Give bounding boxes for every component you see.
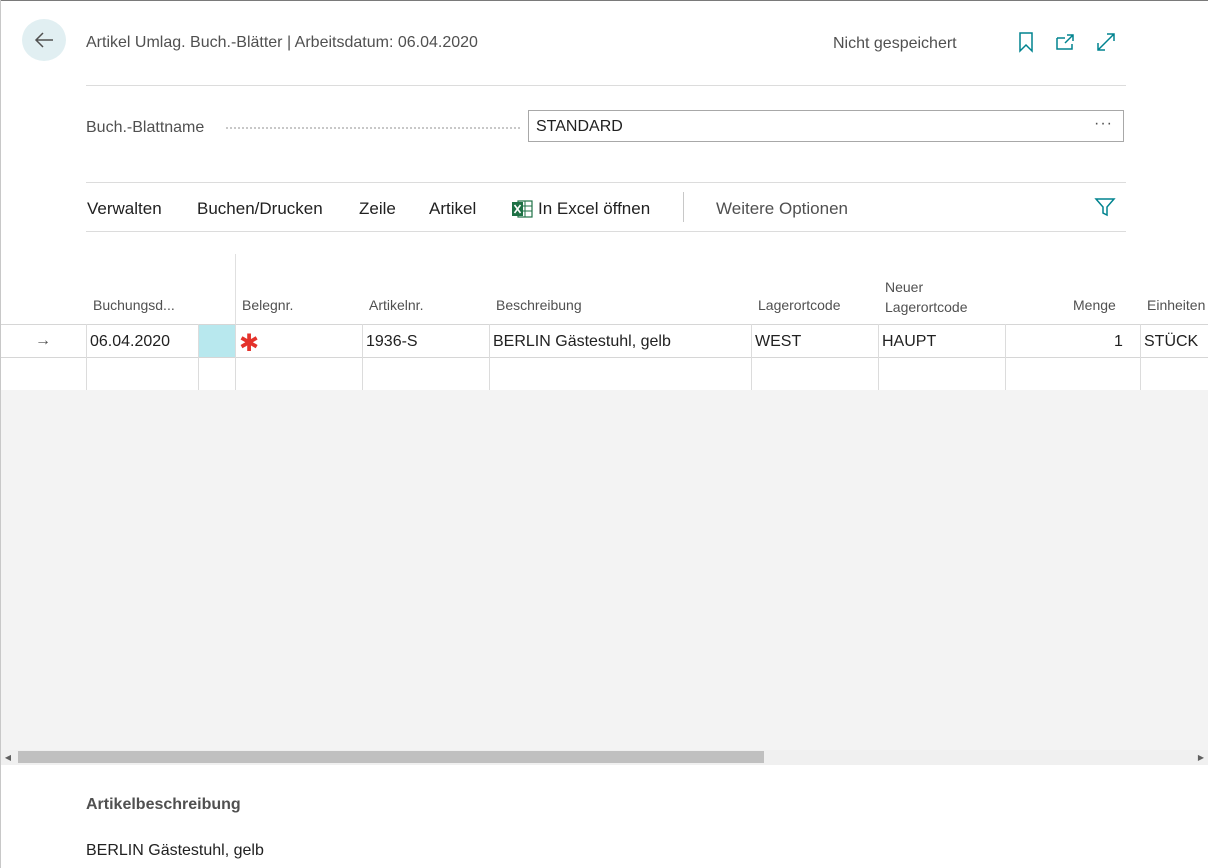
- scroll-left-icon[interactable]: ◀: [1, 750, 15, 765]
- journal-name-label: Buch.-Blattname: [86, 119, 205, 136]
- column-header-neuer-lagerortcode[interactable]: Neuer Lagerortcode: [885, 277, 968, 317]
- row-indicator-arrow-icon: →: [35, 332, 51, 349]
- arrow-left-icon: [34, 32, 53, 48]
- action-buchen-drucken[interactable]: Buchen/Drucken: [197, 199, 323, 219]
- column-header-neuer-line2: Lagerortcode: [885, 299, 968, 315]
- action-verwalten[interactable]: Verwalten: [87, 199, 162, 219]
- filter-icon[interactable]: [1094, 196, 1116, 218]
- actionbar-top-divider: [86, 182, 1126, 183]
- column-header-belegnr[interactable]: Belegnr.: [242, 295, 293, 315]
- journal-name-value: STANDARD: [536, 118, 623, 135]
- selected-cell-highlight[interactable]: [199, 325, 235, 357]
- column-header-einheiten[interactable]: Einheiten: [1147, 295, 1205, 315]
- cell-lagerortcode[interactable]: WEST: [755, 333, 801, 351]
- open-in-excel-label: In Excel öffnen: [538, 199, 651, 218]
- column-header-lagerortcode[interactable]: Lagerortcode: [758, 295, 841, 315]
- bookmark-icon[interactable]: [1015, 31, 1037, 53]
- column-header-neuer-line1: Neuer: [885, 279, 924, 295]
- column-header-buchungsdatum[interactable]: Buchungsd...: [93, 295, 175, 315]
- window-top-border: [0, 0, 1208, 1]
- excel-icon: [512, 200, 533, 218]
- cell-artikelnr[interactable]: 1936-S: [366, 333, 418, 351]
- action-separator: [683, 192, 684, 222]
- factbox-value: BERLIN Gästestuhl, gelb: [86, 842, 264, 859]
- grid-empty-area: [1, 390, 1208, 750]
- action-open-in-excel[interactable]: In Excel öffnen: [511, 199, 650, 219]
- cell-beschreibung[interactable]: BERLIN Gästestuhl, gelb: [493, 333, 671, 351]
- action-more-options[interactable]: Weitere Optionen: [716, 199, 848, 219]
- back-button[interactable]: [22, 19, 66, 61]
- cell-einheiten[interactable]: STÜCK: [1144, 333, 1198, 351]
- expand-icon[interactable]: [1095, 31, 1117, 53]
- open-new-window-icon[interactable]: [1054, 31, 1076, 53]
- factbox-title: Artikelbeschreibung: [86, 796, 241, 813]
- lookup-more-button[interactable]: ···: [1094, 115, 1113, 133]
- column-header-menge[interactable]: Menge: [1073, 295, 1116, 315]
- save-status: Nicht gespeichert: [833, 35, 957, 52]
- column-header-artikelnr[interactable]: Artikelnr.: [369, 295, 423, 315]
- scrollbar-thumb[interactable]: [18, 751, 764, 763]
- scroll-right-icon[interactable]: ▶: [1194, 750, 1208, 765]
- action-zeile[interactable]: Zeile: [359, 199, 396, 219]
- table-row-empty[interactable]: [87, 358, 1208, 390]
- column-header-beschreibung[interactable]: Beschreibung: [496, 295, 582, 315]
- actionbar-bottom-divider: [86, 231, 1126, 232]
- action-artikel[interactable]: Artikel: [429, 199, 476, 219]
- header-divider: [86, 85, 1126, 86]
- cell-buchungsdatum[interactable]: 06.04.2020: [90, 333, 170, 351]
- required-asterisk-icon[interactable]: ✱: [239, 329, 259, 358]
- label-leader-dots: [226, 127, 520, 129]
- page-title: Artikel Umlag. Buch.-Blätter | Arbeitsda…: [86, 34, 478, 51]
- grid-header-bottom-line: [1, 324, 1208, 325]
- journal-name-input[interactable]: STANDARD ···: [528, 110, 1124, 142]
- cell-menge[interactable]: 1: [1114, 333, 1123, 351]
- header-column-divider: [235, 254, 236, 324]
- cell-neuer-lagerortcode[interactable]: HAUPT: [882, 333, 936, 351]
